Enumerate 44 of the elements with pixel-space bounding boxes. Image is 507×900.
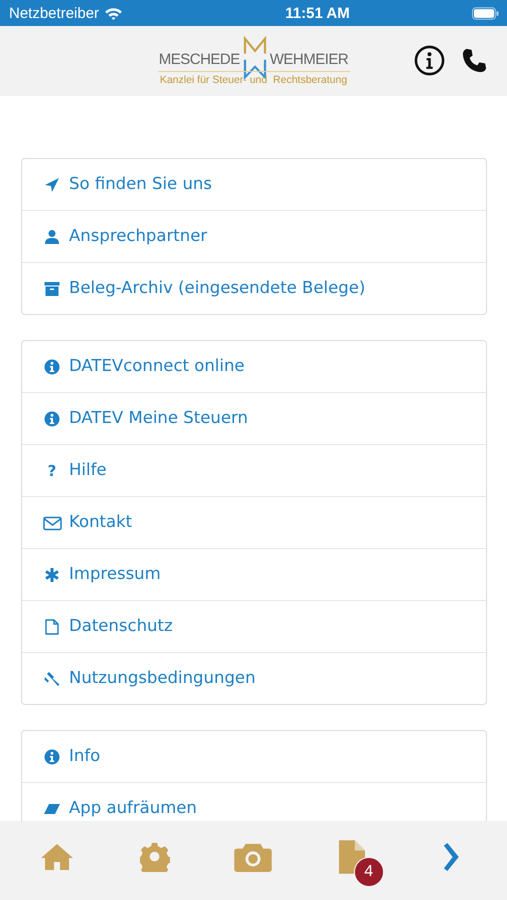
menu-item[interactable]: Info xyxy=(22,731,486,782)
menu-item[interactable]: ? Hilfe xyxy=(22,444,486,496)
menu-item[interactable]: Impressum xyxy=(22,548,486,600)
menu-label: Kontakt xyxy=(69,514,132,531)
menu-item[interactable]: Ansprechpartner xyxy=(22,210,486,262)
menu-label: Beleg-Archiv (eingesendete Belege) xyxy=(69,280,366,297)
settings-icon[interactable] xyxy=(140,842,170,872)
info-icon[interactable] xyxy=(414,45,445,76)
info-icon xyxy=(44,410,60,426)
menu-label: So finden Sie uns xyxy=(69,176,212,193)
asterisk-icon xyxy=(44,566,60,582)
person-icon xyxy=(44,228,60,244)
count-badge: 4 xyxy=(354,856,384,886)
menu-item[interactable]: Nutzungsbedingungen xyxy=(22,652,486,704)
menu-item[interactable]: Kontakt xyxy=(22,496,486,548)
menu-label: Hilfe xyxy=(69,462,107,479)
logo: MESCHEDE WEHMEIER Kanzlei für Steuer- und Rechtsberatung xyxy=(158,36,350,86)
status-time: 11:51 AM xyxy=(285,4,350,22)
question-mark-icon: ? xyxy=(48,462,56,480)
envelope-icon xyxy=(42,514,62,530)
wifi-icon xyxy=(104,6,124,20)
menu-item[interactable]: So finden Sie uns xyxy=(22,159,486,210)
menu-label: Nutzungsbedingungen xyxy=(69,670,256,687)
menu-label: Impressum xyxy=(69,566,161,583)
menu-label: DATEVconnect online xyxy=(69,358,245,375)
info-icon xyxy=(44,358,60,374)
menu-item[interactable]: Datenschutz xyxy=(22,600,486,652)
menu-item[interactable]: DATEV Meine Steuern xyxy=(22,392,486,444)
archive-box-icon xyxy=(44,280,60,296)
menu-label: Datenschutz xyxy=(69,618,173,635)
location-arrow-icon xyxy=(44,176,60,192)
menu-label: Ansprechpartner xyxy=(69,228,208,245)
menu-label: DATEV Meine Steuern xyxy=(69,410,248,427)
camera-icon[interactable] xyxy=(234,842,272,872)
home-icon[interactable] xyxy=(40,842,74,872)
info-icon xyxy=(44,748,60,764)
document-icon xyxy=(44,618,60,634)
menu-label: Info xyxy=(69,748,100,765)
phone-icon[interactable] xyxy=(461,47,488,74)
menu-item[interactable]: Beleg-Archiv (eingesendete Belege) xyxy=(22,262,486,314)
carrier-name: Netzbetreiber xyxy=(9,4,100,22)
menu-item[interactable]: DATEVconnect online xyxy=(22,341,486,392)
battery-icon xyxy=(472,6,499,20)
menu-label: App aufräumen xyxy=(69,800,197,817)
